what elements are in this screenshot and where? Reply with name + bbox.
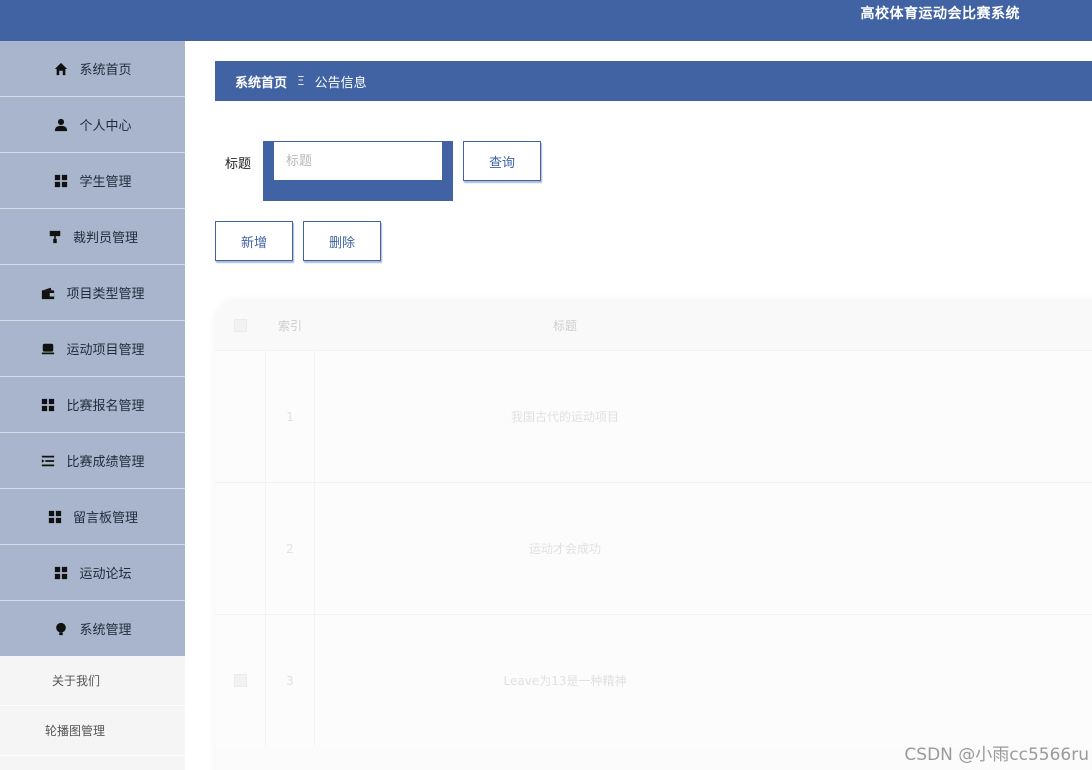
breadcrumb: 系统首页 Ξ 公告信息 (215, 61, 1092, 101)
row-title: 运动才会成功 (528, 542, 601, 556)
submenu-item-label: 轮播图管理 (45, 724, 106, 738)
breadcrumb-current: 公告信息 (314, 75, 367, 91)
home-icon (53, 61, 69, 77)
sidebar-item-label: 裁判员管理 (72, 231, 138, 246)
sidebar-item-registration[interactable]: 比赛报名管理 (0, 377, 185, 433)
row-checkbox[interactable] (233, 674, 247, 687)
announcement-table: 索引 标题 1 我国古代的运动项目 2 运动才会成功 3 Leave为13是一种… (215, 300, 1092, 770)
search-label: 标题 (225, 157, 252, 172)
row-index: 1 (265, 351, 315, 482)
grid-icon (53, 565, 69, 581)
select-all-checkbox[interactable] (233, 318, 247, 332)
system-submenu: 关于我们 轮播图管理 (0, 656, 185, 770)
sidebar-item-results[interactable]: 比赛成绩管理 (0, 433, 185, 489)
sidebar-item-label: 学生管理 (79, 175, 132, 190)
row-title: 我国古代的运动项目 (510, 410, 619, 424)
user-icon (53, 117, 69, 133)
sidebar-item-forum[interactable]: 运动论坛 (0, 545, 185, 601)
sidebar-item-label: 比赛成绩管理 (66, 455, 145, 470)
sidebar-item-label: 留言板管理 (72, 511, 138, 526)
submenu-item-about[interactable]: 关于我们 (0, 656, 185, 706)
row-index: 3 (265, 615, 315, 746)
paint-roller-icon (47, 229, 63, 245)
header-title[interactable]: 标题 (315, 317, 1092, 334)
sidebar-item-label: 运动论坛 (79, 567, 132, 582)
watermark: CSDN @小雨cc5566ru (904, 745, 1089, 765)
add-button[interactable]: 新增 (215, 221, 293, 261)
main-content: 系统首页 Ξ 公告信息 标题 查询 新增 删除 索引 标题 1 我国古代的运动项… (185, 41, 1092, 770)
search-input[interactable] (274, 142, 442, 180)
header-index: 索引 (277, 318, 302, 333)
wallet-icon (40, 285, 56, 301)
sidebar-item-label: 项目类型管理 (66, 287, 145, 302)
sidebar-item-system[interactable]: 系统管理 (0, 601, 185, 657)
sidebar-item-message-board[interactable]: 留言板管理 (0, 489, 185, 545)
sidebar-item-label: 运动项目管理 (66, 343, 145, 358)
sidebar-item-label: 系统首页 (79, 63, 132, 78)
delete-button[interactable]: 删除 (303, 221, 381, 261)
sidebar: 系统首页 个人中心 学生管理 裁判员管理 项目类型管理 运动项目管理 比赛报名管… (0, 41, 185, 770)
row-title: Leave为13是一种精神 (503, 674, 627, 688)
sidebar-item-label: 个人中心 (79, 119, 132, 134)
list-indent-icon (40, 453, 56, 469)
sidebar-item-referees[interactable]: 裁判员管理 (0, 209, 185, 265)
sidebar-item-personal-center[interactable]: 个人中心 (0, 97, 185, 153)
sidebar-item-home[interactable]: 系统首页 (0, 41, 185, 97)
table-header: 索引 标题 (215, 300, 1092, 350)
grid-icon (47, 509, 63, 525)
bulb-icon (53, 621, 69, 637)
breadcrumb-home[interactable]: 系统首页 (235, 72, 287, 91)
table-row[interactable]: 1 我国古代的运动项目 (215, 350, 1092, 482)
table-row[interactable]: 2 运动才会成功 (215, 482, 1092, 614)
table-row[interactable]: 3 Leave为13是一种精神 (215, 614, 1092, 746)
row-index: 2 (265, 483, 315, 614)
sidebar-item-label: 比赛报名管理 (66, 399, 145, 414)
sidebar-item-sport-projects[interactable]: 运动项目管理 (0, 321, 185, 377)
top-header: 高校体育运动会比赛系统 (0, 0, 1092, 41)
breadcrumb-separator-icon: Ξ (297, 74, 305, 88)
submenu-item-label: 关于我们 (52, 674, 101, 688)
submenu-item-carousel[interactable]: 轮播图管理 (0, 706, 185, 756)
grid-icon (53, 173, 69, 189)
sidebar-item-label: 系统管理 (79, 623, 132, 638)
query-button[interactable]: 查询 (463, 141, 541, 181)
app-title: 高校体育运动会比赛系统 (860, 6, 1020, 22)
tray-icon (40, 341, 56, 357)
grid-icon (40, 397, 56, 413)
sidebar-item-students[interactable]: 学生管理 (0, 153, 185, 209)
sidebar-item-project-types[interactable]: 项目类型管理 (0, 265, 185, 321)
